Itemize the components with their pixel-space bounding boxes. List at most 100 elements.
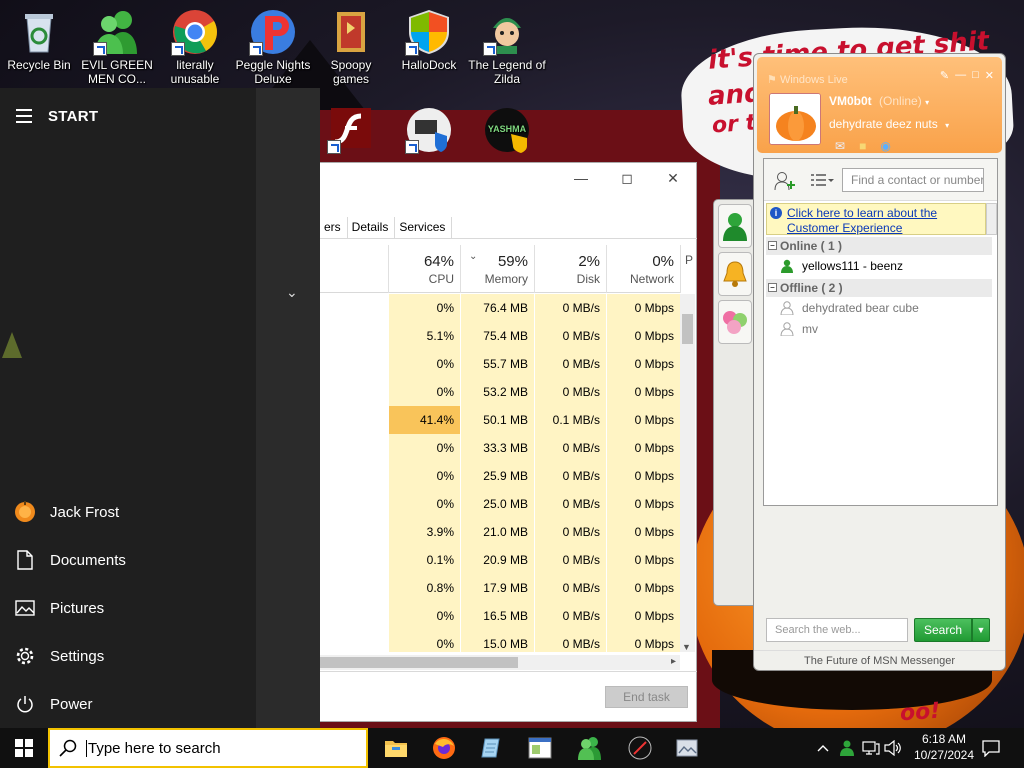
desktop-icon-network-tool[interactable] [390, 106, 468, 156]
process-mem-cell: 21.0 MB [460, 518, 534, 546]
column-network[interactable]: 0% Network [606, 245, 680, 293]
contact-item[interactable]: dehydrated bear cube [780, 298, 919, 318]
tray-volume-icon[interactable] [882, 728, 904, 768]
contact-item[interactable]: yellows111 - beenz [780, 256, 903, 276]
minimize-icon[interactable]: — [955, 69, 966, 82]
collapse-icon[interactable]: – [768, 283, 777, 292]
desktop-icon-hallodock[interactable]: HalloDock [390, 8, 468, 72]
taskbar-search-box[interactable]: Type here to search [48, 728, 368, 768]
taskbar-app-window[interactable] [516, 728, 564, 768]
web-search-button[interactable]: Search [914, 618, 972, 642]
hamburger-menu-icon[interactable] [0, 109, 48, 123]
wallpaper-text-3: or t [711, 110, 757, 139]
messenger-display-name[interactable]: VM0b0t (Online) ▾ [829, 94, 929, 108]
process-row[interactable]: 0% 15.0 MB 0 MB/s 0 Mbps [320, 630, 680, 652]
start-menu-pictures[interactable]: Pictures [0, 584, 256, 632]
messenger-personal-message[interactable]: dehydrate deez nuts ▾ [829, 117, 949, 131]
process-row[interactable]: 0% 55.7 MB 0 MB/s 0 Mbps [320, 350, 680, 378]
start-menu-power[interactable]: Power [0, 680, 256, 728]
web-search-input[interactable]: Search the web... [766, 618, 908, 642]
taskbar-app-notepad[interactable] [468, 728, 516, 768]
sidebar-tab-social[interactable] [718, 300, 752, 344]
process-row[interactable]: 5.1% 75.4 MB 0 MB/s 0 Mbps [320, 322, 680, 350]
messenger-avatar[interactable] [769, 93, 821, 145]
start-button[interactable] [0, 728, 48, 768]
contacts-icon [723, 213, 747, 241]
games-icon[interactable]: ◉ [880, 139, 890, 153]
contact-item[interactable]: mv [780, 319, 818, 339]
taskbar-app-file-explorer[interactable] [372, 728, 420, 768]
process-row[interactable]: 0% 33.3 MB 0 MB/s 0 Mbps [320, 434, 680, 462]
column-cpu[interactable]: 64% CPU [388, 245, 460, 293]
end-task-button[interactable]: End task [605, 686, 688, 708]
desktop-icon-green-men[interactable]: EVIL GREEN MEN CO... [78, 8, 156, 86]
tab-users[interactable]: ers [320, 217, 348, 238]
mail-icon[interactable]: ✉ [835, 139, 845, 153]
customize-icon[interactable]: ✎ [940, 69, 949, 82]
view-options-icon[interactable] [810, 173, 834, 190]
tab-services[interactable]: Services [395, 217, 453, 238]
close-icon[interactable]: ✕ [650, 163, 696, 193]
process-row[interactable]: 41.4% 50.1 MB 0.1 MB/s 0 Mbps [320, 406, 680, 434]
taskbar-app-messenger[interactable] [566, 728, 614, 768]
vertical-scrollbar[interactable]: ▼ [680, 294, 695, 652]
scrollbar-thumb[interactable] [682, 314, 693, 344]
maximize-icon[interactable]: ◻ [604, 163, 650, 193]
column-disk[interactable]: 2% Disk [534, 245, 606, 293]
start-menu-settings[interactable]: Settings [0, 632, 256, 680]
taskbar-app-photos[interactable] [664, 728, 712, 768]
desktop-icon-spoopy-games[interactable]: Spoopy games [312, 8, 390, 86]
process-row[interactable]: 0.1% 20.9 MB 0 MB/s 0 Mbps [320, 546, 680, 574]
spaces-icon[interactable]: ■ [859, 139, 866, 153]
sidebar-tab-alerts[interactable] [718, 252, 752, 296]
process-row[interactable]: 0% 16.5 MB 0 MB/s 0 Mbps [320, 602, 680, 630]
desktop-icon-peggle[interactable]: Peggle Nights Deluxe [234, 8, 312, 86]
scrollbar-thumb[interactable] [320, 657, 518, 668]
search-options-chevron-icon[interactable]: ▼ [972, 618, 990, 642]
add-contact-icon[interactable] [774, 171, 796, 194]
tab-details[interactable]: Details [348, 217, 396, 238]
desktop-icon-yashma[interactable]: YASHMA [468, 106, 546, 156]
banner-scrollbar[interactable] [986, 203, 997, 235]
process-row[interactable]: 0.8% 17.9 MB 0 MB/s 0 Mbps [320, 574, 680, 602]
group-online[interactable]: – Online ( 1 ) [766, 237, 992, 255]
process-disk-cell: 0 MB/s [534, 518, 606, 546]
column-power[interactable]: P [680, 245, 697, 293]
close-icon[interactable]: ✕ [985, 69, 994, 82]
chevron-down-icon[interactable]: ▾ [945, 121, 949, 130]
start-menu-documents[interactable]: Documents [0, 536, 256, 584]
start-menu-user[interactable]: Jack Frost [0, 488, 256, 536]
process-row[interactable]: 0% 53.2 MB 0 MB/s 0 Mbps [320, 378, 680, 406]
process-row[interactable]: 0% 76.4 MB 0 MB/s 0 Mbps [320, 294, 680, 322]
desktop-icon-legend-of-zilda[interactable]: The Legend of Zilda [468, 8, 546, 86]
tray-messenger-icon[interactable] [836, 728, 858, 768]
customer-experience-link[interactable]: i Click here to learn about the Customer… [766, 203, 986, 235]
tray-overflow-chevron-icon[interactable] [812, 728, 834, 768]
desktop-icon-chrome[interactable]: literally unusable [156, 8, 234, 86]
scroll-down-icon[interactable]: ▼ [682, 642, 691, 652]
column-memory[interactable]: ⌄ 59% Memory [460, 245, 534, 293]
tray-network-icon[interactable] [860, 728, 882, 768]
scroll-right-icon[interactable]: ▸ [671, 656, 676, 667]
process-row[interactable]: 3.9% 21.0 MB 0 MB/s 0 Mbps [320, 518, 680, 546]
taskbar-app-firefox[interactable] [420, 728, 468, 768]
group-offline[interactable]: – Offline ( 2 ) [766, 279, 992, 297]
notification-center-icon[interactable] [980, 728, 1002, 768]
process-mem-cell: 76.4 MB [460, 294, 534, 322]
desktop-icon-flash[interactable] [312, 106, 390, 156]
process-row[interactable]: 0% 25.9 MB 0 MB/s 0 Mbps [320, 462, 680, 490]
minimize-icon[interactable]: — [558, 163, 604, 193]
horizontal-scrollbar[interactable]: ▸ [320, 655, 680, 670]
taskbar-clock[interactable]: 6:18 AM 10/27/2024 [906, 731, 982, 763]
process-row[interactable]: 0% 25.0 MB 0 MB/s 0 Mbps [320, 490, 680, 518]
taskbar-app-media[interactable] [616, 728, 664, 768]
collapse-icon[interactable]: – [768, 241, 777, 250]
find-contact-input[interactable]: Find a contact or number... [842, 168, 984, 192]
chevron-down-icon[interactable]: ⌄ [286, 284, 298, 301]
desktop-icon-recycle-bin[interactable]: Recycle Bin [0, 8, 78, 72]
sidebar-tab-contacts[interactable] [718, 204, 752, 248]
process-mem-cell: 20.9 MB [460, 546, 534, 574]
gear-icon [0, 646, 50, 666]
maximize-icon[interactable]: □ [972, 69, 979, 82]
chevron-down-icon[interactable]: ▾ [925, 98, 929, 107]
